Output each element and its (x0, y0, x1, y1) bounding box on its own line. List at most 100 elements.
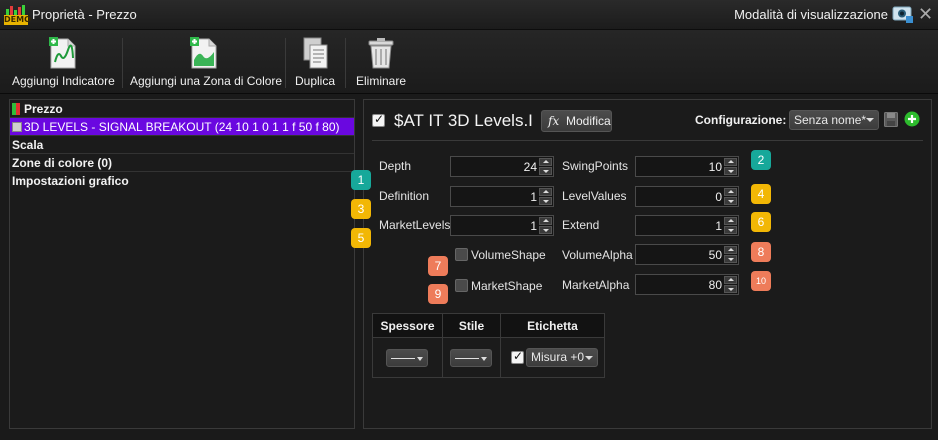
line-thickness-icon (391, 358, 415, 359)
market-shape-checkbox[interactable] (455, 279, 468, 292)
properties-tree: Prezzo 3D LEVELS - SIGNAL BREAKOUT (24 1… (9, 99, 355, 429)
market-levels-label: MarketLevels (379, 218, 451, 232)
callout-badge-4: 4 (751, 184, 771, 204)
callout-badge-2: 2 (751, 150, 771, 170)
tree-item-indicator[interactable]: 3D LEVELS - SIGNAL BREAKOUT (24 10 1 0 1… (10, 118, 354, 136)
trash-icon (365, 36, 397, 70)
spinner-arrows-icon[interactable] (724, 276, 737, 293)
duplicate-icon (299, 36, 331, 70)
callout-badge-5: 5 (351, 228, 371, 248)
style-header-label: Etichetta (500, 313, 605, 338)
tree-item-color-zones[interactable]: Zone di colore (0) (10, 154, 354, 172)
add-indicator-icon (47, 36, 79, 70)
callout-badge-10: 10 (751, 271, 771, 291)
tree-item-label: Zone di colore (0) (12, 156, 113, 170)
tree-item-label: Scala (12, 138, 44, 152)
callout-badge-1: 1 (351, 170, 371, 190)
tree-item-scale[interactable]: Scala (10, 136, 354, 154)
app-logo: DEMO (4, 5, 31, 25)
chevron-down-icon (417, 357, 423, 361)
indicator-swatch-icon (12, 122, 22, 132)
close-icon[interactable]: ✕ (918, 5, 933, 23)
spinner-arrows-icon[interactable] (539, 217, 552, 234)
swing-points-input[interactable]: 10 (635, 156, 739, 177)
spinner-arrows-icon[interactable] (724, 246, 737, 263)
chevron-down-icon (481, 357, 487, 361)
delete-label: Eliminare (355, 74, 406, 88)
add-indicator-label: Aggiungi Indicatore (12, 74, 115, 88)
modify-button[interactable]: fx Modifica (541, 110, 612, 132)
price-flag-icon (12, 103, 20, 115)
style-header-style: Stile (442, 313, 501, 338)
extend-input[interactable]: 1 (635, 215, 739, 236)
toolbar: Aggiungi Indicatore Aggiungi una Zona di… (0, 30, 938, 94)
duplicate-label: Duplica (294, 74, 336, 88)
depth-label: Depth (379, 159, 412, 173)
delete-button[interactable]: Eliminare (352, 36, 410, 88)
style-header-thickness: Spessore (372, 313, 443, 338)
indicator-header: $AT IT 3D Levels.I fx Modifica Configura… (364, 100, 931, 140)
save-config-icon[interactable] (884, 112, 898, 127)
market-levels-input[interactable]: 1 (450, 215, 554, 236)
chevron-down-icon (585, 356, 593, 360)
demo-badge: DEMO (4, 15, 31, 25)
swing-points-label: SwingPoints (562, 159, 629, 173)
market-alpha-input[interactable]: 80 (635, 274, 739, 295)
thickness-select[interactable] (386, 349, 428, 367)
volume-alpha-input[interactable]: 50 (635, 244, 739, 265)
label-cell: Misura +0 (500, 337, 605, 378)
label-select-value: Misura +0 (531, 350, 585, 364)
toolbar-divider (285, 38, 286, 88)
callout-badge-3: 3 (351, 199, 371, 219)
style-table: Spessore Stile Etichetta Misura +0 (372, 313, 605, 378)
callout-badge-6: 6 (751, 212, 771, 232)
volume-shape-checkbox[interactable] (455, 248, 468, 261)
toolbar-divider (345, 38, 346, 88)
spinner-arrows-icon[interactable] (724, 217, 737, 234)
add-indicator-button[interactable]: Aggiungi Indicatore (12, 36, 115, 88)
extend-label: Extend (562, 218, 600, 232)
label-checkbox[interactable] (511, 349, 524, 364)
view-mode-icon[interactable] (892, 5, 914, 24)
chevron-down-icon (866, 118, 874, 122)
add-color-zone-icon (188, 36, 220, 70)
callout-badge-7: 7 (428, 256, 448, 276)
depth-input[interactable]: 24 (450, 156, 554, 177)
config-select[interactable]: Senza nome* (789, 110, 879, 130)
tree-item-chart-settings[interactable]: Impostazioni grafico (10, 172, 354, 190)
callout-badge-8: 8 (751, 242, 771, 262)
window-title: Proprietà - Prezzo (32, 7, 137, 22)
add-config-icon[interactable] (904, 111, 920, 127)
level-values-label: LevelValues (562, 189, 627, 203)
header-divider (372, 140, 923, 141)
style-cell (442, 337, 501, 378)
volume-alpha-label: VolumeAlpha (562, 248, 633, 262)
toolbar-divider (122, 38, 123, 88)
config-select-value: Senza nome* (794, 113, 867, 127)
config-label: Configurazione: (695, 113, 787, 127)
tree-item-label: Prezzo (24, 102, 63, 116)
spinner-arrows-icon[interactable] (539, 188, 552, 205)
add-color-zone-button[interactable]: Aggiungi una Zona di Colore (130, 36, 283, 88)
indicator-name: $AT IT 3D Levels.I (394, 111, 533, 130)
indicator-enabled-checkbox[interactable] (372, 112, 385, 127)
label-select[interactable]: Misura +0 (526, 348, 598, 367)
line-style-icon (455, 358, 479, 359)
title-bar: DEMO Proprietà - Prezzo Modalità di visu… (0, 0, 938, 30)
spinner-arrows-icon[interactable] (724, 158, 737, 175)
definition-input[interactable]: 1 (450, 186, 554, 207)
callout-badge-9: 9 (428, 284, 448, 304)
add-color-zone-label: Aggiungi una Zona di Colore (130, 74, 283, 88)
definition-label: Definition (379, 189, 430, 203)
volume-shape-label: VolumeShape (471, 248, 546, 262)
spinner-arrows-icon[interactable] (539, 158, 552, 175)
line-style-select[interactable] (450, 349, 492, 367)
level-values-input[interactable]: 0 (635, 186, 739, 207)
modify-label: Modifica (566, 114, 611, 128)
spinner-arrows-icon[interactable] (724, 188, 737, 205)
indicator-settings-panel: $AT IT 3D Levels.I fx Modifica Configura… (363, 99, 932, 429)
duplicate-button[interactable]: Duplica (292, 36, 338, 88)
view-mode-label: Modalità di visualizzazione (734, 7, 888, 22)
formula-icon: fx (548, 114, 560, 128)
tree-item-price[interactable]: Prezzo (10, 100, 354, 118)
